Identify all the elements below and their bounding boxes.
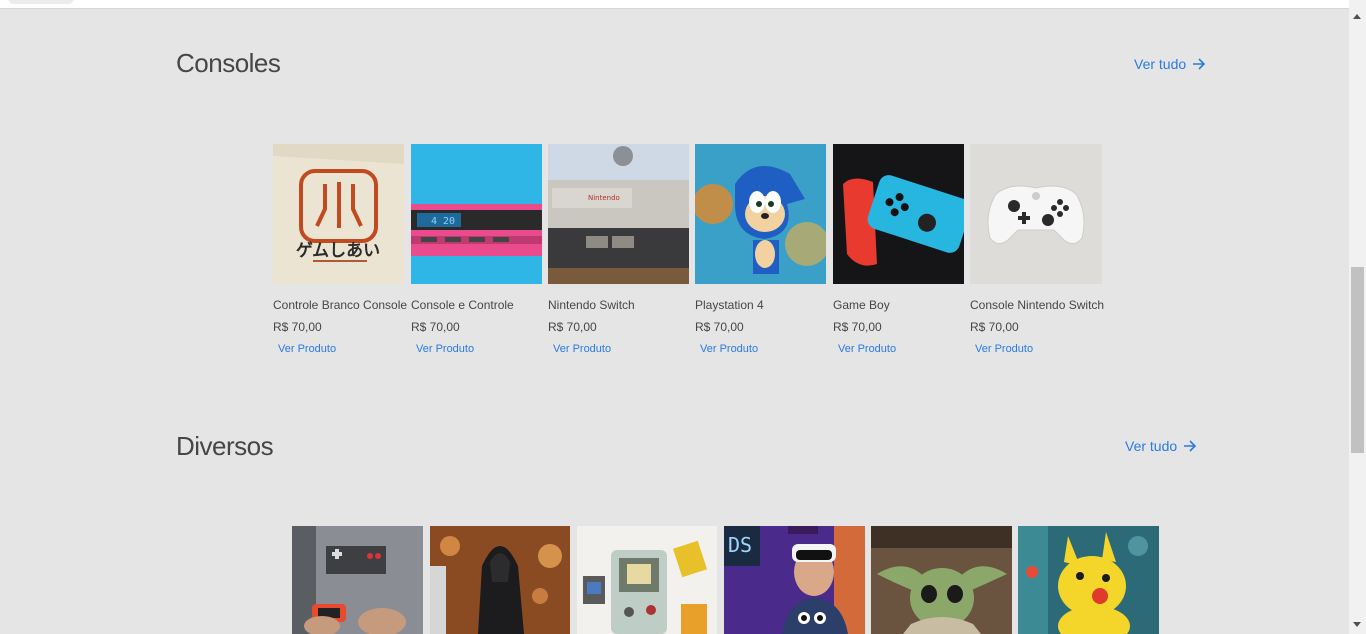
pikachu-figure-image[interactable] <box>1018 526 1159 634</box>
product-name: Console e Controle <box>411 298 514 312</box>
svg-text:DS: DS <box>728 533 752 557</box>
product-price: R$ 70,00 <box>833 320 882 334</box>
diversos-section-title: Diversos <box>176 431 274 461</box>
svg-text:4 20: 4 20 <box>431 216 455 227</box>
product-card: ゲムしあい Controle Branco Console R$ 70,00 V… <box>273 144 408 355</box>
product-card: Playstation 4 R$ 70,00 Ver Produto <box>695 144 827 355</box>
atari-shirt-image[interactable]: ゲムしあい <box>273 144 404 284</box>
baby-yoda-image[interactable] <box>871 526 1012 634</box>
retro-device-image[interactable]: 4 20 <box>411 144 542 284</box>
vr-headset-player-image[interactable]: DS <box>724 526 865 634</box>
scroll-up-icon[interactable] <box>1353 14 1361 19</box>
arrow-right-icon <box>1193 58 1206 70</box>
switch-joycon-image[interactable] <box>833 144 964 284</box>
vertical-scrollbar[interactable] <box>1349 0 1366 634</box>
top-bar <box>0 0 1349 9</box>
diversos-see-all-link[interactable]: Ver tudo <box>1125 438 1197 454</box>
scroll-down-icon[interactable] <box>1353 622 1361 627</box>
ver-produto-link[interactable]: Ver Produto <box>278 343 405 355</box>
product-price: R$ 70,00 <box>695 320 744 334</box>
product-name: Game Boy <box>833 298 890 312</box>
arrow-right-icon <box>1184 440 1197 452</box>
consoles-section-title: Consoles <box>176 48 281 78</box>
product-name: Playstation 4 <box>695 298 764 312</box>
product-card: 4 20 Console e Controle R$ 70,00 Ver Pro… <box>411 144 543 355</box>
top-pill <box>8 0 74 4</box>
gameboy-cartridges-image[interactable] <box>577 526 717 634</box>
ver-produto-link[interactable]: Ver Produto <box>975 343 1102 355</box>
consoles-see-all-link[interactable]: Ver tudo <box>1134 56 1206 72</box>
ver-produto-link[interactable]: Ver Produto <box>700 343 827 355</box>
product-name: Console Nintendo Switch <box>970 298 1105 312</box>
consoles-see-all-label: Ver tudo <box>1134 56 1187 72</box>
nes-console-image[interactable]: Nintendo <box>548 144 689 284</box>
ver-produto-link[interactable]: Ver Produto <box>553 343 680 355</box>
ver-produto-link[interactable]: Ver Produto <box>416 343 543 355</box>
nes-shirt-player-image[interactable] <box>292 526 423 634</box>
svg-text:ゲムしあい: ゲムしあい <box>296 240 380 261</box>
product-card: Game Boy R$ 70,00 Ver Produto <box>833 144 965 355</box>
product-name: Nintendo Switch <box>548 298 635 312</box>
kylo-ren-figure-image[interactable] <box>430 526 570 634</box>
diversos-see-all-label: Ver tudo <box>1125 438 1178 454</box>
product-price: R$ 70,00 <box>548 320 597 334</box>
product-price: R$ 70,00 <box>411 320 460 334</box>
product-price: R$ 70,00 <box>273 320 322 334</box>
sonic-figure-image[interactable] <box>695 144 826 284</box>
product-card: Nintendo Nintendo Switch R$ 70,00 Ver Pr… <box>548 144 689 355</box>
product-card: Console Nintendo Switch R$ 70,00 Ver Pro… <box>970 144 1105 355</box>
ver-produto-link[interactable]: Ver Produto <box>838 343 965 355</box>
scrollbar-thumb[interactable] <box>1351 267 1364 453</box>
xbox-controller-image[interactable] <box>970 144 1102 284</box>
svg-text:Nintendo: Nintendo <box>588 194 620 202</box>
product-price: R$ 70,00 <box>970 320 1019 334</box>
product-name: Controle Branco Console <box>273 298 408 312</box>
